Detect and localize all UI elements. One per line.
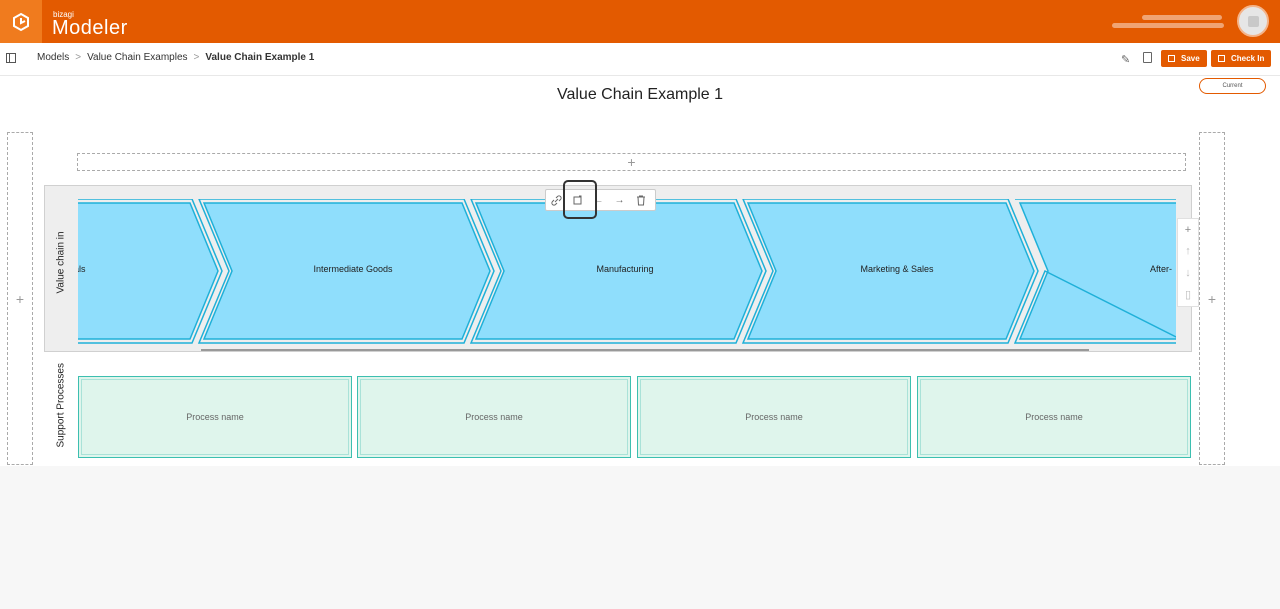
breadcrumb-separator: >: [193, 52, 200, 63]
add-plus-icon[interactable]: +: [1185, 224, 1191, 236]
empty-workspace: [0, 466, 1280, 604]
chevron-label[interactable]: Intermediate Goods: [258, 264, 448, 274]
move-down-arrow-icon[interactable]: ↓: [1185, 267, 1191, 279]
check-in-icon: [1218, 55, 1225, 62]
horizontal-scrollbar[interactable]: [201, 349, 1089, 351]
support-process-box[interactable]: Process name: [357, 376, 631, 458]
move-right-arrow-icon[interactable]: →: [609, 190, 630, 210]
chevron-label[interactable]: After-: [1150, 264, 1172, 274]
chevron-strip: als Intermediate Goods Manufacturing Mar…: [78, 199, 1176, 346]
edit-pencil-icon[interactable]: ✎: [1121, 53, 1130, 66]
add-row-top-button[interactable]: +: [77, 153, 1186, 171]
move-up-arrow-icon[interactable]: ↑: [1185, 245, 1191, 257]
save-button[interactable]: Save: [1161, 50, 1207, 67]
app-name: Modeler: [52, 17, 128, 39]
chevron-label[interactable]: Manufacturing: [530, 264, 720, 274]
diagram-canvas: Value Chain Example 1 Current + + + Valu…: [0, 76, 1280, 466]
value-chain-lane-label: Value chain in: [55, 231, 67, 294]
support-process-box[interactable]: Process name: [637, 376, 911, 458]
focus-highlight: [563, 180, 597, 219]
delete-trash-icon[interactable]: ▯: [1185, 288, 1191, 301]
user-name-blurred: [1112, 12, 1230, 34]
breadcrumb: Models > Value Chain Examples > Value Ch…: [37, 52, 314, 63]
chevron-label[interactable]: als: [78, 264, 86, 274]
lane-action-rail: + ↑ ↓ ▯: [1177, 218, 1199, 307]
bizagi-logo-icon[interactable]: [0, 0, 42, 43]
avatar[interactable]: [1237, 5, 1269, 37]
support-processes-label: Support Processes: [55, 362, 67, 448]
plus-icon: +: [1207, 290, 1217, 307]
support-process-box[interactable]: Process name: [917, 376, 1191, 458]
chevron-label[interactable]: Marketing & Sales: [802, 264, 992, 274]
shape-toolbar: ← →: [545, 189, 656, 211]
plus-icon: +: [15, 290, 25, 307]
delete-trash-icon[interactable]: [630, 190, 651, 210]
chevron-0: [78, 202, 219, 340]
breadcrumb-item-models[interactable]: Models: [37, 52, 69, 63]
plus-icon: +: [627, 154, 636, 170]
breadcrumb-separator: >: [75, 52, 82, 63]
check-in-label: Check In: [1231, 54, 1265, 63]
check-in-button[interactable]: Check In: [1211, 50, 1272, 67]
toggle-panel-icon[interactable]: [6, 53, 16, 63]
app-header: bizagi Modeler: [0, 0, 1280, 43]
page-title: Value Chain Example 1: [556, 86, 724, 103]
breadcrumb-item-current: Value Chain Example 1: [205, 52, 315, 63]
add-column-left-button[interactable]: +: [7, 132, 33, 465]
breadcrumb-bar: Models > Value Chain Examples > Value Ch…: [0, 43, 1280, 76]
save-label: Save: [1181, 54, 1200, 63]
document-icon[interactable]: [1143, 52, 1152, 63]
save-icon: [1168, 55, 1175, 62]
add-column-right-button[interactable]: +: [1199, 132, 1225, 465]
version-badge[interactable]: Current: [1199, 78, 1266, 94]
breadcrumb-item-value-chain-examples[interactable]: Value Chain Examples: [87, 52, 187, 63]
support-process-box[interactable]: Process name: [78, 376, 352, 458]
